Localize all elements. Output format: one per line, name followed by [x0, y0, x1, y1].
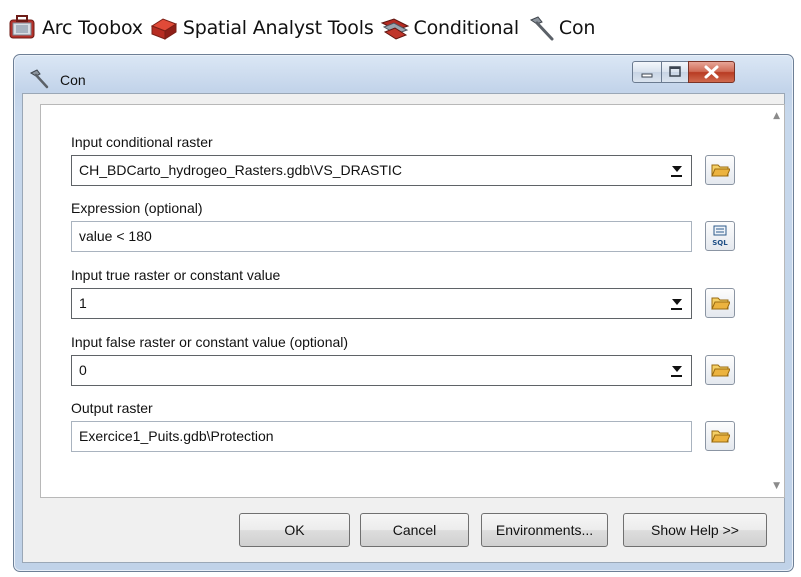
sql-icon: SQL	[712, 225, 728, 247]
browse-input-true-button[interactable]	[705, 288, 735, 318]
maximize-button[interactable]	[661, 61, 689, 83]
dropdown-arrow-icon[interactable]	[671, 297, 682, 310]
breadcrumb-label: Spatial Analyst Tools	[182, 17, 374, 39]
breadcrumb-item-arc-toolbox[interactable]: Arc Toobox	[8, 14, 143, 42]
input-false-label: Input false raster or constant value (op…	[71, 334, 349, 350]
folder-open-icon	[711, 364, 730, 377]
dropdown-arrow-icon[interactable]	[671, 364, 682, 377]
minimize-button[interactable]	[632, 61, 662, 83]
output-raster-input[interactable]: Exercice1_Puits.gdb\Protection	[71, 421, 692, 452]
input-true-value: 1	[79, 295, 87, 311]
folder-open-icon	[711, 164, 730, 177]
input-true-label: Input true raster or constant value	[71, 267, 281, 283]
scroll-up-arrow-icon[interactable]: ▲	[773, 111, 780, 121]
browse-input-conditional-raster-button[interactable]	[705, 155, 735, 185]
expression-input[interactable]: value < 180	[71, 221, 692, 252]
breadcrumb-label: Con	[558, 17, 596, 39]
sql-icon-label: SQL	[712, 239, 728, 247]
expression-label: Expression (optional)	[71, 200, 203, 216]
breadcrumb-item-spatial-analyst[interactable]: Spatial Analyst Tools	[149, 14, 374, 42]
window-title: Con	[60, 72, 86, 88]
input-true-combobox[interactable]: 1	[71, 288, 692, 319]
breadcrumb-label: Conditional	[413, 17, 520, 39]
minimize-icon	[641, 73, 653, 78]
folder-open-icon	[711, 297, 730, 310]
expression-value: value < 180	[79, 228, 152, 244]
maximize-icon	[669, 66, 681, 77]
breadcrumb-item-conditional[interactable]: Conditional	[380, 14, 519, 42]
scroll-down-arrow-icon[interactable]: ▼	[773, 481, 780, 491]
input-conditional-raster-label: Input conditional raster	[71, 134, 213, 150]
toolbox-icon	[149, 14, 179, 42]
show-help-button[interactable]: Show Help >>	[623, 513, 767, 547]
ok-button[interactable]: OK	[239, 513, 350, 547]
input-false-combobox[interactable]: 0	[71, 355, 692, 386]
parameters-panel: ▲ ▼ Input conditional raster CH_BDCarto_…	[40, 104, 785, 498]
output-raster-value: Exercice1_Puits.gdb\Protection	[79, 428, 274, 444]
browse-output-raster-button[interactable]	[705, 421, 735, 451]
breadcrumb-label: Arc Toobox	[42, 17, 143, 39]
hammer-icon	[28, 68, 50, 90]
input-conditional-raster-value: CH_BDCarto_hydrogeo_Rasters.gdb\VS_DRAST…	[79, 162, 402, 178]
output-raster-label: Output raster	[71, 400, 153, 416]
breadcrumb: Arc Toobox Spatial Analyst Tools Conditi…	[8, 10, 601, 46]
input-conditional-raster-combobox[interactable]: CH_BDCarto_hydrogeo_Rasters.gdb\VS_DRAST…	[71, 155, 692, 186]
toolset-icon	[380, 14, 410, 42]
environments-button[interactable]: Environments...	[481, 513, 608, 547]
dropdown-arrow-icon[interactable]	[671, 164, 682, 177]
sql-query-builder-button[interactable]: SQL	[705, 221, 735, 251]
close-icon	[704, 65, 719, 79]
input-false-value: 0	[79, 362, 87, 378]
folder-open-icon	[711, 430, 730, 443]
con-tool-dialog: Con ▲ ▼ Input conditional raster CH_BDCa…	[13, 54, 794, 572]
hammer-icon	[525, 14, 555, 42]
dialog-client-area: ▲ ▼ Input conditional raster CH_BDCarto_…	[22, 93, 785, 563]
browse-input-false-button[interactable]	[705, 355, 735, 385]
cancel-button[interactable]: Cancel	[360, 513, 469, 547]
close-button[interactable]	[688, 61, 735, 83]
toolbox-icon	[8, 14, 38, 42]
breadcrumb-item-con[interactable]: Con	[525, 14, 595, 42]
